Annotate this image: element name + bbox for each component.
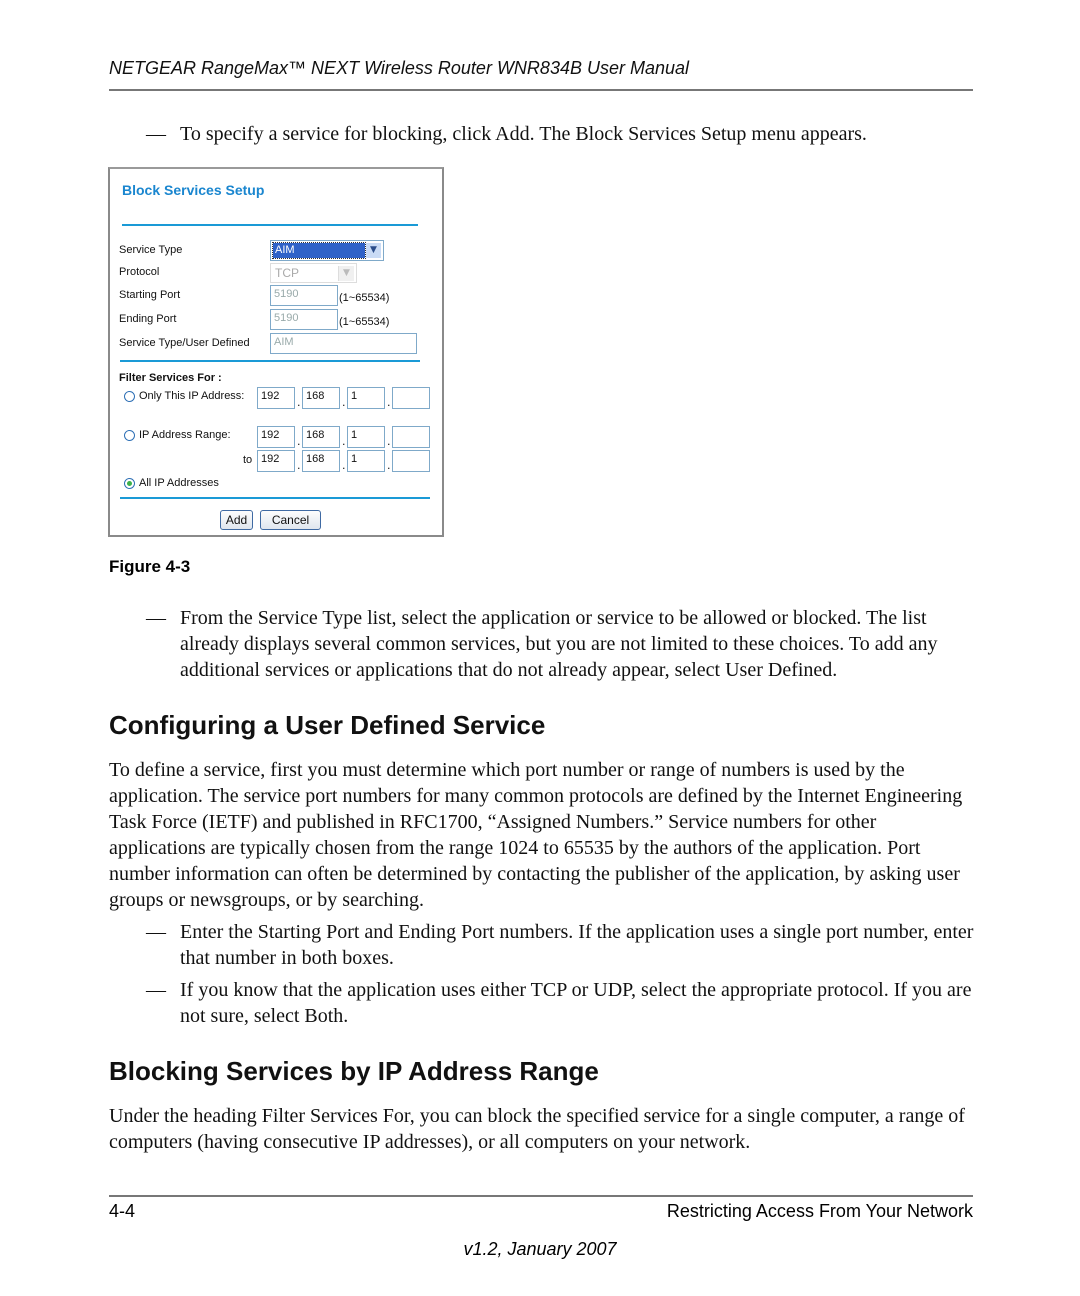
ip-range-radio[interactable] bbox=[124, 430, 135, 441]
starting-port-input[interactable]: 5190 bbox=[270, 285, 338, 306]
only-ip-octet-3[interactable]: 1 bbox=[347, 387, 385, 409]
range-from-octet-2[interactable]: 168 bbox=[302, 426, 340, 448]
intro-bullet-text: To specify a service for blocking, click… bbox=[180, 123, 867, 145]
ending-port-range-hint: (1~65534) bbox=[339, 316, 390, 328]
only-ip-octet-4[interactable] bbox=[392, 387, 430, 409]
octet-separator: . bbox=[297, 396, 301, 409]
intro-bullet: — To specify a service for blocking, cli… bbox=[146, 121, 980, 147]
octet-separator: . bbox=[342, 435, 346, 448]
screen-title: Block Services Setup bbox=[122, 182, 265, 198]
figure-caption: Figure 4-3 bbox=[109, 557, 191, 576]
add-button[interactable]: Add bbox=[220, 510, 253, 530]
all-ip-label: All IP Addresses bbox=[139, 477, 219, 489]
bottom-divider bbox=[120, 497, 430, 499]
section-divider bbox=[120, 360, 420, 362]
service-type-label: Service Type bbox=[119, 244, 183, 256]
user-defined-label: Service Type/User Defined bbox=[119, 337, 250, 349]
starting-port-label: Starting Port bbox=[119, 289, 181, 301]
octet-separator: . bbox=[342, 396, 346, 409]
protocol-select[interactable]: TCP ▼ bbox=[270, 263, 357, 283]
range-to-octet-1[interactable]: 192 bbox=[257, 450, 295, 472]
service-type-bullet-text: From the Service Type list, select the a… bbox=[180, 607, 938, 681]
dash-marker: — bbox=[146, 921, 166, 943]
version-label: v1.2, January 2007 bbox=[463, 1239, 617, 1259]
user-defined-paragraph: To define a service, first you must dete… bbox=[109, 759, 963, 911]
user-defined-input[interactable]: AIM bbox=[270, 333, 417, 354]
cancel-button[interactable]: Cancel bbox=[260, 510, 321, 530]
starting-port-range-hint: (1~65534) bbox=[339, 292, 390, 304]
only-ip-octet-1[interactable]: 192 bbox=[257, 387, 295, 409]
chevron-down-icon: ▼ bbox=[366, 243, 381, 258]
chapter-title: Restricting Access From Your Network bbox=[666, 1201, 973, 1221]
ending-port-label: Ending Port bbox=[119, 313, 177, 325]
only-ip-octet-2[interactable]: 168 bbox=[302, 387, 340, 409]
filter-heading: Filter Services For : bbox=[119, 372, 222, 384]
page-number: 4-4 bbox=[109, 1201, 136, 1221]
range-from-octet-4[interactable] bbox=[392, 426, 430, 448]
octet-separator: . bbox=[297, 435, 301, 448]
service-type-value: AIM bbox=[272, 242, 366, 259]
range-from-octet-3[interactable]: 1 bbox=[347, 426, 385, 448]
range-to-label: to bbox=[243, 454, 253, 466]
octet-separator: . bbox=[342, 459, 346, 472]
service-type-bullet: — From the Service Type list, select the… bbox=[146, 605, 980, 683]
running-header: NETGEAR RangeMax™ NEXT Wireless Router W… bbox=[109, 58, 690, 78]
range-to-octet-4[interactable] bbox=[392, 450, 430, 472]
range-from-octet-1[interactable]: 192 bbox=[257, 426, 295, 448]
protocol-value: TCP bbox=[275, 266, 299, 280]
dash-marker: — bbox=[146, 123, 166, 145]
ip-range-paragraph: Under the heading Filter Services For, y… bbox=[109, 1105, 965, 1153]
range-to-octet-2[interactable]: 168 bbox=[302, 450, 340, 472]
protocol-bullet-text: If you know that the application uses ei… bbox=[180, 979, 972, 1027]
protocol-bullet: — If you know that the application uses … bbox=[146, 977, 980, 1029]
service-type-select[interactable]: AIM ▼ bbox=[270, 240, 384, 261]
block-services-setup-screenshot: Block Services Setup Service Type AIM ▼ … bbox=[108, 167, 444, 537]
protocol-label: Protocol bbox=[119, 266, 160, 278]
header-rule bbox=[109, 89, 973, 91]
chevron-down-icon: ▼ bbox=[338, 266, 354, 281]
footer-rule bbox=[109, 1195, 973, 1197]
only-ip-label: Only This IP Address: bbox=[139, 390, 245, 402]
octet-separator: . bbox=[297, 459, 301, 472]
ports-bullet: — Enter the Starting Port and Ending Por… bbox=[146, 919, 980, 971]
octet-separator: . bbox=[387, 396, 391, 409]
ip-range-label: IP Address Range: bbox=[139, 429, 231, 441]
dash-marker: — bbox=[146, 979, 166, 1001]
octet-separator: . bbox=[387, 459, 391, 472]
ports-bullet-text: Enter the Starting Port and Ending Port … bbox=[180, 921, 974, 969]
range-to-octet-3[interactable]: 1 bbox=[347, 450, 385, 472]
section-heading-ip-range: Blocking Services by IP Address Range bbox=[109, 1056, 599, 1086]
dash-marker: — bbox=[146, 607, 166, 629]
all-ip-radio[interactable] bbox=[124, 478, 135, 489]
title-divider bbox=[122, 224, 418, 226]
section-heading-user-defined: Configuring a User Defined Service bbox=[109, 710, 546, 740]
octet-separator: . bbox=[387, 435, 391, 448]
only-ip-radio[interactable] bbox=[124, 391, 135, 402]
ending-port-input[interactable]: 5190 bbox=[270, 309, 338, 330]
